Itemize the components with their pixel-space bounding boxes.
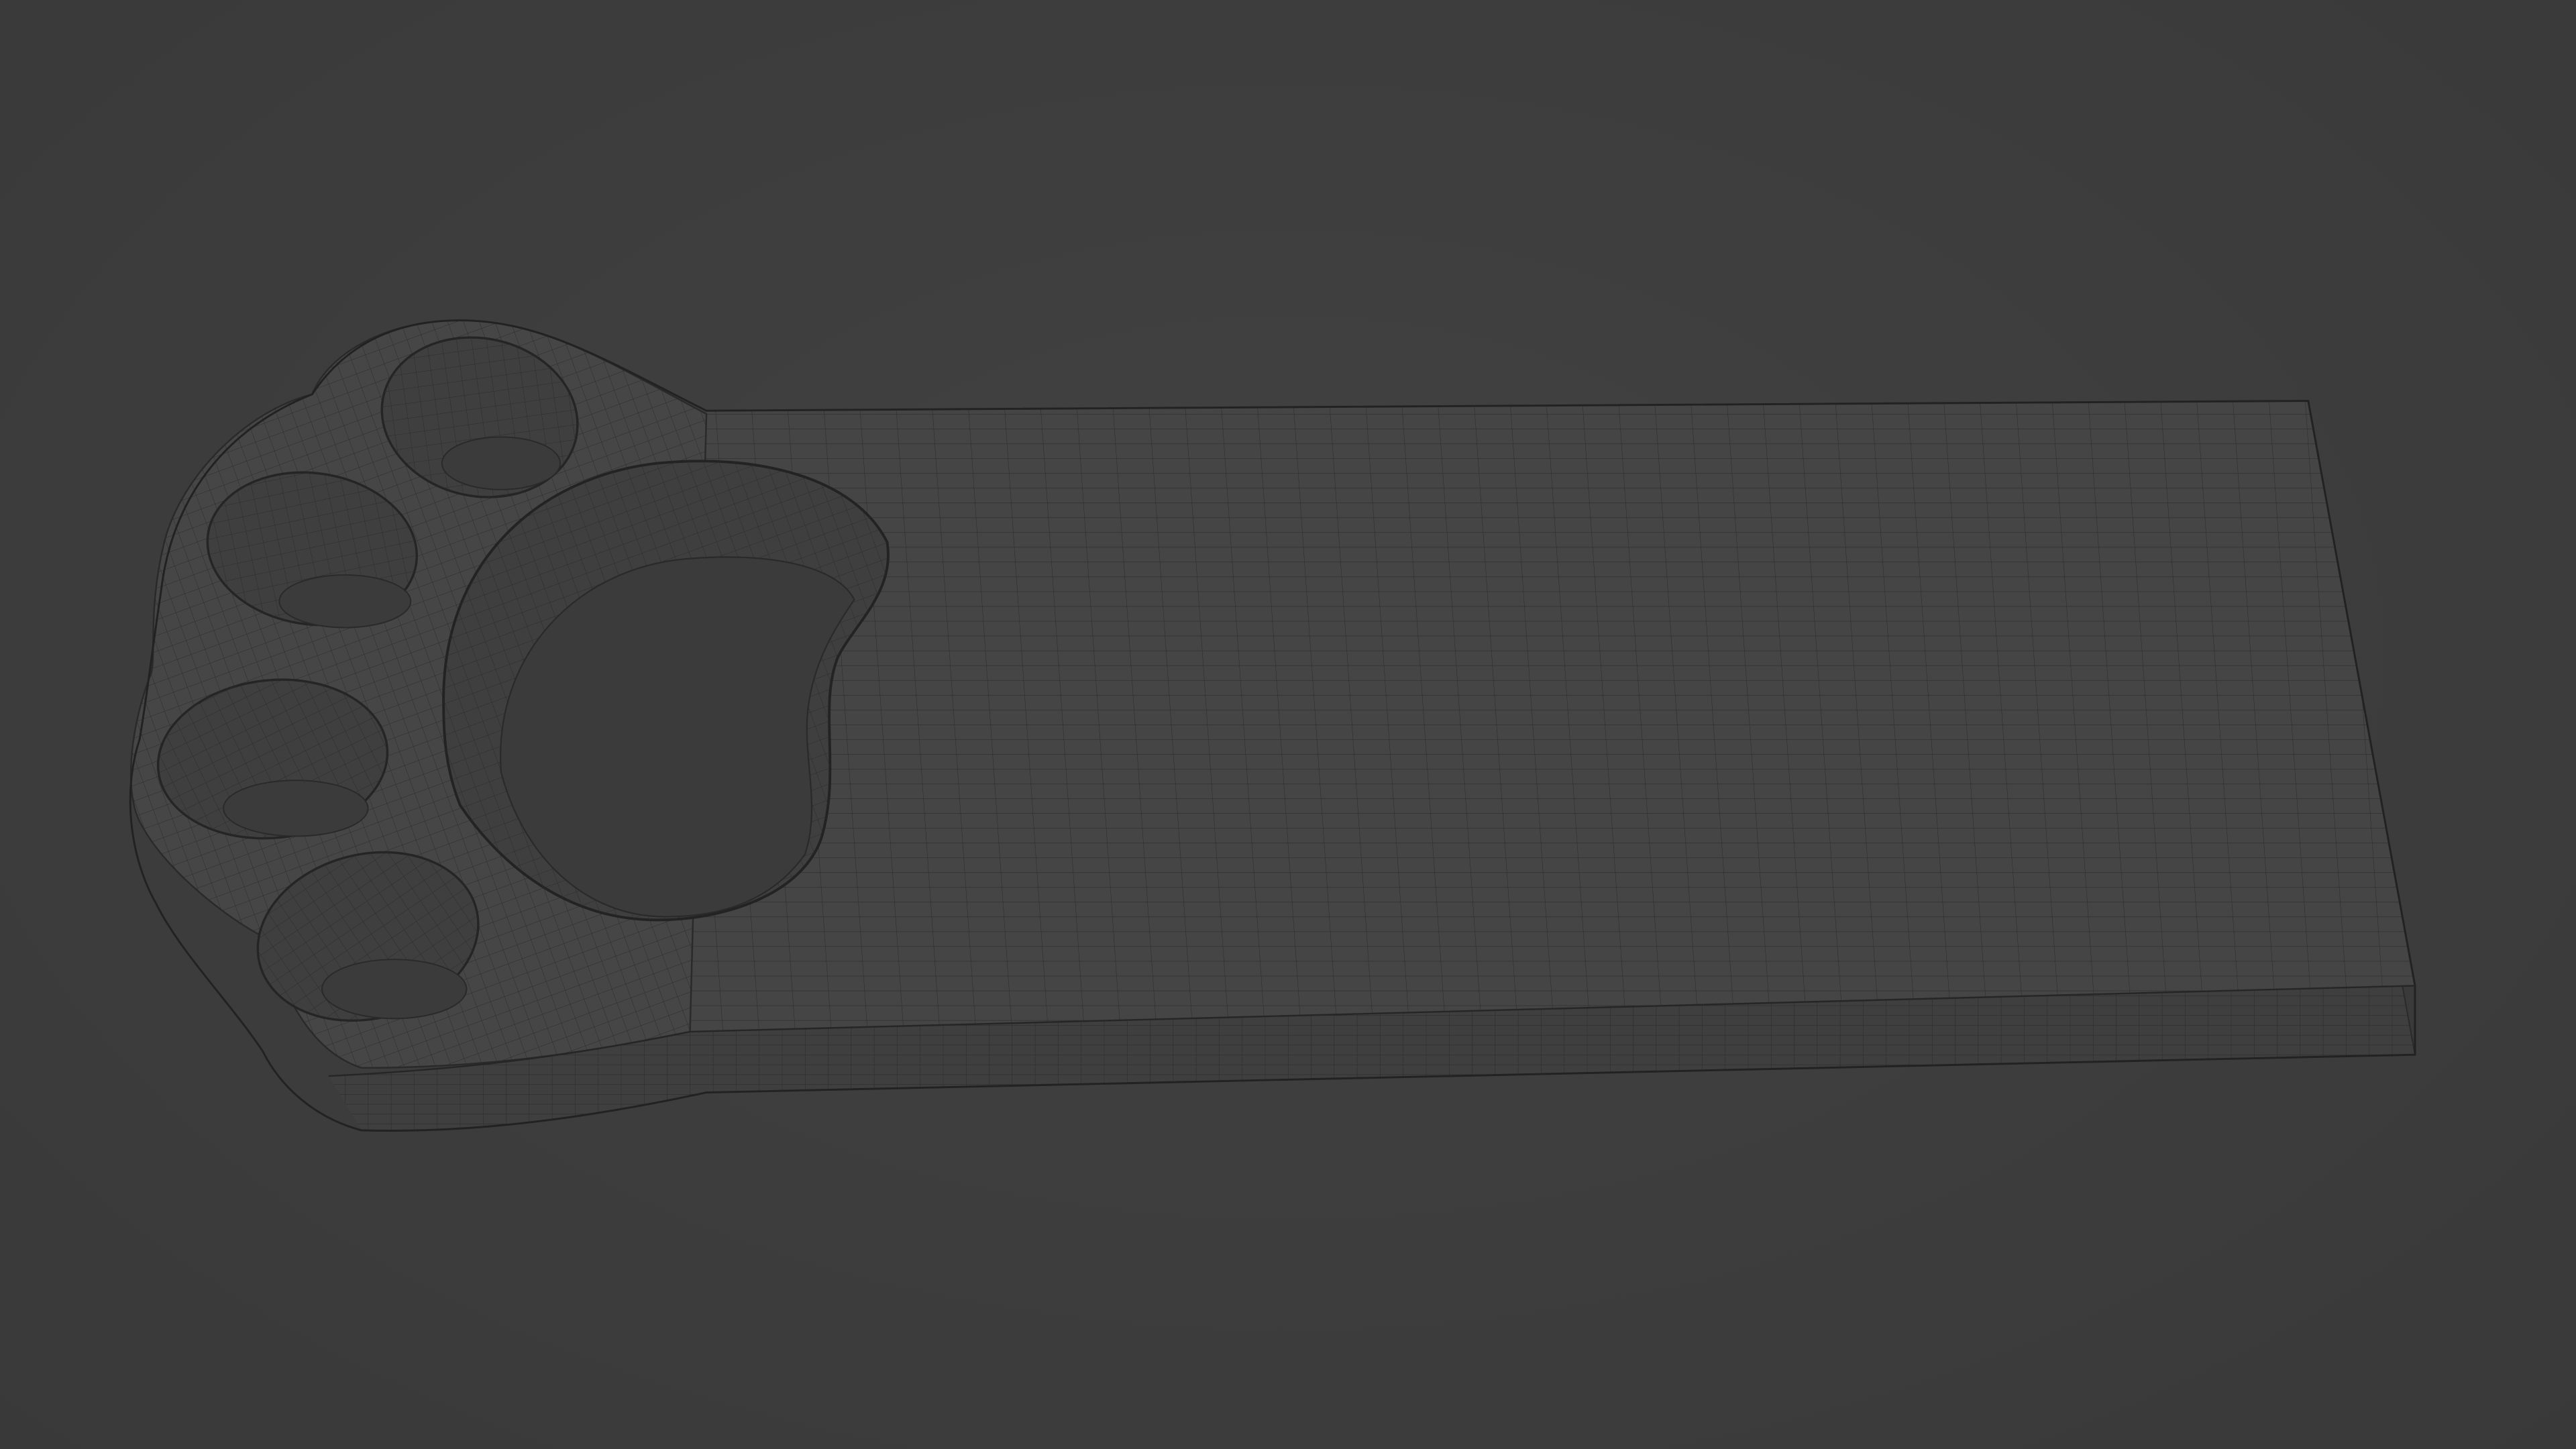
viewport-scene[interactable] [0,0,2576,1449]
bar-top-wire [690,400,2416,1032]
3d-viewport[interactable] [0,0,2576,1449]
paw-bar-mesh[interactable] [129,319,2416,1132]
